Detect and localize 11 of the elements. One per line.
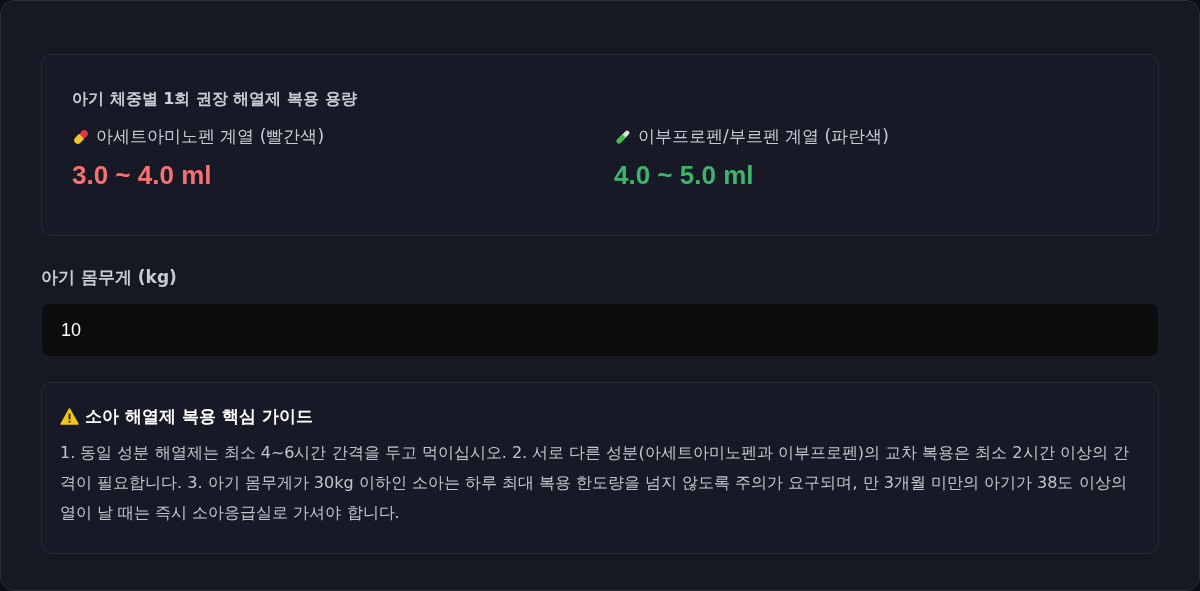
card-title: 아기 체중별 1회 권장 해열제 복용 용량 (72, 89, 358, 110)
pill-icon (72, 127, 90, 146)
guide-text: 1. 동일 성분 해열제는 최소 4~6시간 간격을 두고 먹이십시오. 2. 서로 다른 성분(아세트아미노펜과 이부프로펜)의 교차 복용은 최소 2시간 이상의 간격이 필요합니다. 3. 아기 몸무게가 30kg 이하인 소아는 하루 최대 복용 한도량을 넘지 않도록 주의가 요구되며, 만 3개월 미만의 아기가 38도 이상의 열이 날 때는 즉시 소아응급실로 가셔야 합니다. (60, 442, 1130, 524)
medicine-label: 아세트아미노펜 계열 (빨간색) (96, 125, 325, 148)
weight-input[interactable]: 10 (41, 303, 1159, 357)
guide-title: 소아 해열제 복용 핵심 가이드 (85, 405, 313, 428)
dose-value: 3.0 ~ 4.0 ml (72, 160, 213, 191)
medicine-label: 이부프로펜/부르펜 계열 (파란색) (638, 125, 889, 148)
warning-icon (60, 408, 79, 425)
dose-value: 4.0 ~ 5.0 ml (614, 160, 755, 191)
field-label: 아기 몸무게 (kg) (41, 266, 178, 289)
